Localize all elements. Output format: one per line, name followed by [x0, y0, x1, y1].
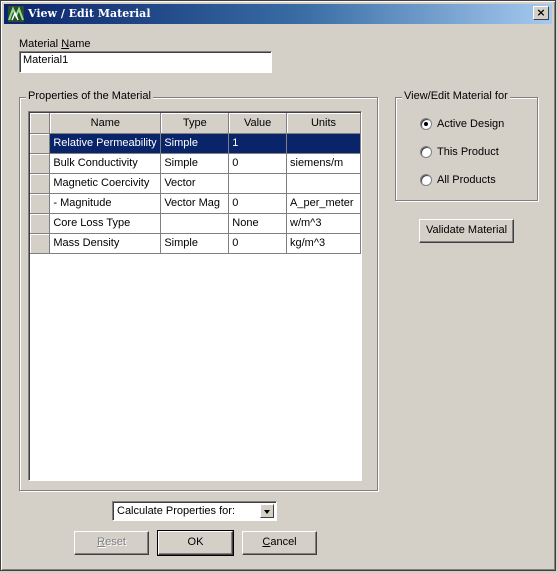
- cell-type[interactable]: [160, 213, 230, 234]
- cell-units[interactable]: kg/m^3: [286, 233, 361, 254]
- radio-label-active-design[interactable]: Active Design: [437, 118, 504, 130]
- cell-value[interactable]: 0: [228, 193, 287, 214]
- validate-material-button[interactable]: Validate Material: [419, 219, 514, 243]
- radio-label-all-products[interactable]: All Products: [437, 174, 496, 186]
- app-logo-icon: [8, 6, 24, 22]
- cell-name[interactable]: Magnetic Coercivity: [49, 173, 162, 194]
- cell-units[interactable]: [286, 173, 361, 194]
- cell-name[interactable]: Relative Permeability: [49, 133, 162, 154]
- cell-name[interactable]: Bulk Conductivity: [49, 153, 162, 174]
- radio-selected-dot: [424, 122, 428, 126]
- radio-all-products[interactable]: [420, 174, 432, 186]
- corner-header: [30, 113, 51, 134]
- chevron-down-icon[interactable]: [260, 504, 274, 518]
- row-header[interactable]: [30, 133, 51, 154]
- cell-value[interactable]: 0: [228, 233, 287, 254]
- column-header-value[interactable]: Value: [228, 113, 287, 134]
- table-header-row: Name Type Value Units: [30, 113, 361, 134]
- cell-units[interactable]: w/m^3: [286, 213, 361, 234]
- reset-button[interactable]: Reset: [74, 531, 149, 555]
- radio-this-product[interactable]: [420, 146, 432, 158]
- column-header-name[interactable]: Name: [49, 113, 162, 134]
- radio-active-design[interactable]: [420, 118, 432, 130]
- view-edit-for-caption: View/Edit Material for: [402, 90, 510, 102]
- column-header-type[interactable]: Type: [160, 113, 230, 134]
- title-bar[interactable]: View / Edit Material ×: [4, 4, 552, 24]
- cell-type[interactable]: Vector Mag: [160, 193, 230, 214]
- cancel-button[interactable]: Cancel: [242, 531, 317, 555]
- table-row[interactable]: Relative Permeability Simple 1: [30, 133, 361, 154]
- cell-units[interactable]: A_per_meter: [286, 193, 361, 214]
- table-row[interactable]: Mass Density Simple 0 kg/m^3: [30, 233, 361, 254]
- cell-name[interactable]: - Magnitude: [49, 193, 162, 214]
- row-header[interactable]: [30, 153, 51, 174]
- cell-value[interactable]: [228, 173, 287, 194]
- table-row[interactable]: - Magnitude Vector Mag 0 A_per_meter: [30, 193, 361, 214]
- row-header[interactable]: [30, 213, 51, 234]
- properties-table: Name Type Value Units Relative Permeabil…: [30, 113, 361, 254]
- table-row[interactable]: Bulk Conductivity Simple 0 siemens/m: [30, 153, 361, 174]
- cell-type[interactable]: Vector: [160, 173, 230, 194]
- cell-type[interactable]: Simple: [160, 133, 230, 154]
- cell-value[interactable]: 0: [228, 153, 287, 174]
- cell-type[interactable]: Simple: [160, 233, 230, 254]
- properties-group-caption: Properties of the Material: [26, 90, 153, 102]
- row-header[interactable]: [30, 193, 51, 214]
- ok-button[interactable]: OK: [157, 530, 234, 556]
- material-name-input[interactable]: Material1: [19, 51, 272, 73]
- row-header[interactable]: [30, 173, 51, 194]
- column-header-units[interactable]: Units: [286, 113, 361, 134]
- table-row[interactable]: Core Loss Type None w/m^3: [30, 213, 361, 234]
- table-row[interactable]: Magnetic Coercivity Vector: [30, 173, 361, 194]
- calculate-properties-value: Calculate Properties for:: [117, 505, 235, 517]
- cell-type[interactable]: Simple: [160, 153, 230, 174]
- row-header[interactable]: [30, 233, 51, 254]
- window-title: View / Edit Material: [28, 7, 151, 20]
- cell-value[interactable]: None: [228, 213, 287, 234]
- calculate-properties-select[interactable]: Calculate Properties for:: [112, 501, 277, 521]
- properties-grid[interactable]: Name Type Value Units Relative Permeabil…: [28, 111, 362, 481]
- cell-name[interactable]: Mass Density: [49, 233, 162, 254]
- close-icon[interactable]: ×: [533, 6, 549, 20]
- cell-name[interactable]: Core Loss Type: [49, 213, 162, 234]
- cell-units[interactable]: [286, 133, 361, 154]
- material-name-label: Material Name: [19, 38, 91, 50]
- view-edit-material-dialog: View / Edit Material × Material Name Mat…: [0, 0, 556, 571]
- cell-units[interactable]: siemens/m: [286, 153, 361, 174]
- radio-label-this-product[interactable]: This Product: [437, 146, 499, 158]
- cell-value[interactable]: 1: [228, 133, 287, 154]
